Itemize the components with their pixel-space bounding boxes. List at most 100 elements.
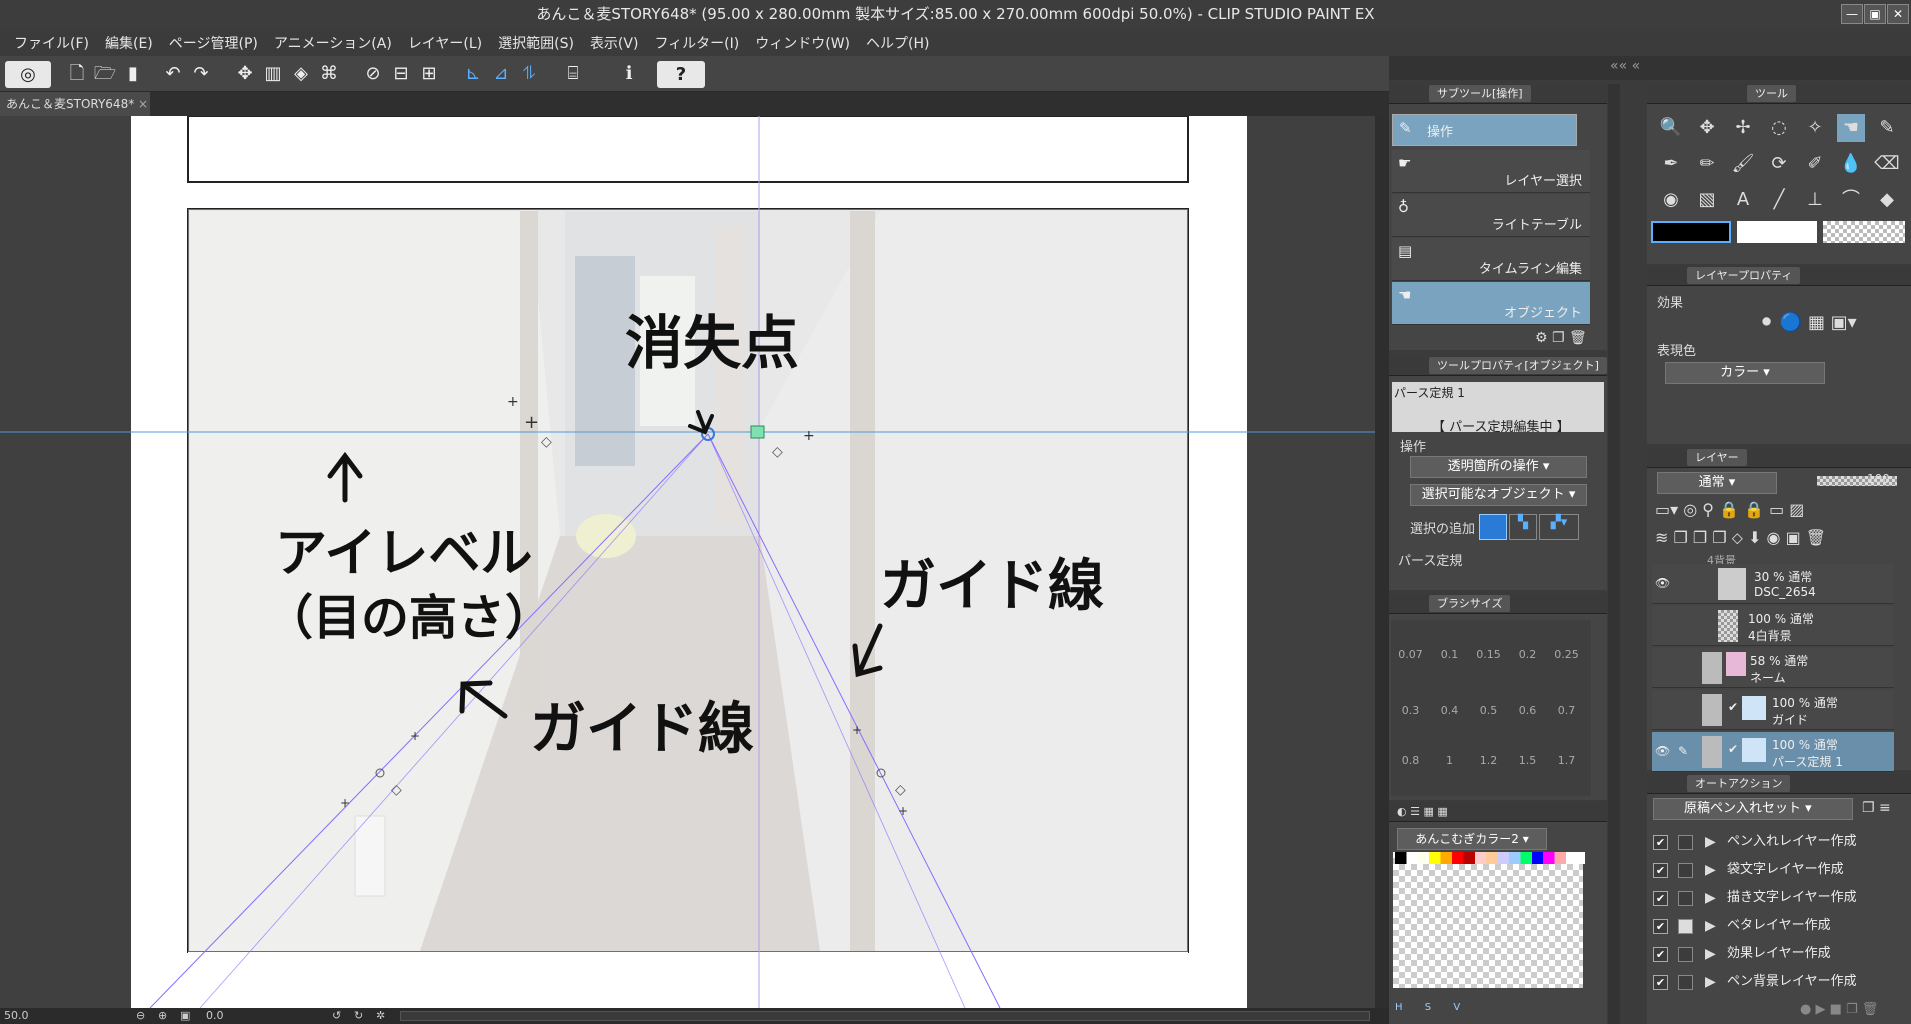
blend-tool-icon[interactable]: 💧 xyxy=(1837,150,1865,178)
subtool-settings-icon[interactable]: ⚙ xyxy=(1535,330,1548,346)
zoom-tool-icon[interactable]: 🔍 xyxy=(1657,114,1685,142)
checkbox-icon[interactable]: ✔ xyxy=(1653,891,1668,906)
expand-icon[interactable]: ▶ xyxy=(1705,969,1716,995)
subtool-copy-icon[interactable]: ❐ xyxy=(1552,330,1565,346)
eye-icon[interactable]: 👁 xyxy=(1655,744,1670,758)
effect-icons[interactable]: ⚫ 🔵 ▦ ▣▾ xyxy=(1759,312,1857,333)
expression-dropdown[interactable]: カラー ▾ xyxy=(1665,362,1825,384)
color-swatch-row[interactable] xyxy=(1395,852,1585,864)
menu-help[interactable]: ヘルプ(H) xyxy=(866,33,929,53)
brush-size-cell[interactable]: 0.1 xyxy=(1430,648,1469,661)
operation-tool-icon[interactable]: ✥ xyxy=(1693,114,1721,142)
snap-grid-icon[interactable]: ⥮ xyxy=(516,61,542,87)
brush-size-cell[interactable]: 1.5 xyxy=(1508,754,1547,767)
collapse-panel-icon[interactable]: «« « xyxy=(1610,58,1640,74)
tool-property-tab[interactable]: ツールプロパティ[オブジェクト] xyxy=(1429,357,1607,374)
layer-row-active[interactable]: 👁 ✎ ✔ 100 % 通常 パース定規 1 xyxy=(1652,732,1894,772)
rotate-left-icon[interactable]: ↺ xyxy=(332,1008,341,1024)
menu-window[interactable]: ウィンドウ(W) xyxy=(755,33,850,53)
close-tab-icon[interactable]: × xyxy=(138,97,148,111)
color-set-dropdown[interactable]: あんこむぎカラー2 ▾ xyxy=(1397,828,1547,850)
auto-action-item[interactable]: ✔ ▶ 袋文字レイヤー作成 xyxy=(1645,857,1894,883)
rotate-right-icon[interactable]: ↻ xyxy=(354,1008,363,1024)
undo-icon[interactable]: ↶ xyxy=(160,61,186,87)
checkbox-icon[interactable]: ✔ xyxy=(1653,919,1668,934)
color-swatch-grid[interactable] xyxy=(1393,852,1583,988)
brush-size-cell[interactable]: 0.15 xyxy=(1469,648,1508,661)
redo-icon[interactable]: ↷ xyxy=(188,61,214,87)
auto-action-item[interactable]: ✔ ▶ ペン入れレイヤー作成 xyxy=(1645,829,1894,855)
pen-tool-icon[interactable]: ✒ xyxy=(1657,150,1685,178)
main-color-swatch[interactable] xyxy=(1651,221,1731,243)
action-set-menu-icon[interactable]: ❐ ≡ xyxy=(1862,800,1891,816)
vertical-scrollbar[interactable] xyxy=(1375,116,1389,1008)
expand-icon[interactable]: ▶ xyxy=(1705,913,1716,939)
action-set-dropdown[interactable]: 原稿ペン入れセット ▾ xyxy=(1653,798,1853,820)
auto-action-item[interactable]: ✔ ▶ ベタレイヤー作成 xyxy=(1645,913,1894,939)
gradient-tool-icon[interactable]: ▧ xyxy=(1693,186,1721,214)
subtool-delete-icon[interactable]: 🗑 xyxy=(1569,330,1587,346)
help-icon[interactable]: ? xyxy=(657,61,705,88)
transparent-operation-dropdown[interactable]: 透明箇所の操作 ▾ xyxy=(1410,456,1587,478)
transform-icon[interactable]: ⌘ xyxy=(316,61,342,87)
checkbox-icon[interactable]: ✔ xyxy=(1653,835,1668,850)
selection-tool-icon[interactable]: ◌ xyxy=(1765,114,1793,142)
snap-ruler-icon[interactable]: ⊾ xyxy=(460,61,486,87)
menu-filter[interactable]: フィルター(I) xyxy=(654,33,739,53)
close-button[interactable]: ✕ xyxy=(1887,4,1909,24)
subtool-timeline[interactable]: ▤ タイムライン編集 xyxy=(1392,238,1590,281)
auto-action-footer-icons[interactable]: ● ▶ ■ ❐ 🗑 xyxy=(1800,1002,1878,1017)
dialog-toggle[interactable] xyxy=(1678,835,1693,850)
layer-property-tab[interactable]: レイヤープロパティ xyxy=(1687,267,1801,284)
menu-layer[interactable]: レイヤー(L) xyxy=(408,33,482,53)
fill-icon[interactable]: ◈ xyxy=(288,61,314,87)
object-tool-icon[interactable]: ☚ xyxy=(1837,114,1865,142)
eye-icon[interactable]: 👁 xyxy=(1655,576,1670,590)
expand-icon[interactable]: ▶ xyxy=(1705,857,1716,883)
auto-action-item[interactable]: ✔ ▶ ペン背景レイヤー作成 xyxy=(1645,969,1894,995)
brush-size-cell[interactable]: 0.5 xyxy=(1469,704,1508,717)
color-wheel-tab-icon[interactable]: ◐ ☰ ▦ ▦ xyxy=(1397,805,1448,818)
invert-selection-icon[interactable]: ⊟ xyxy=(388,61,414,87)
checkbox-icon[interactable]: ✔ xyxy=(1653,947,1668,962)
clear-icon[interactable]: ✥ xyxy=(232,61,258,87)
dialog-toggle[interactable] xyxy=(1678,975,1693,990)
layer-row[interactable]: ✔ 100 % 通常 ガイド xyxy=(1652,690,1894,730)
move-tool-icon[interactable]: ✢ xyxy=(1729,114,1757,142)
brush-size-cell[interactable]: 0.2 xyxy=(1508,648,1547,661)
eyedropper-tool-icon[interactable]: ✎ xyxy=(1873,114,1901,142)
snap-special-ruler-icon[interactable]: ⊿ xyxy=(488,61,514,87)
tool-tab[interactable]: ツール xyxy=(1747,85,1796,102)
panel-scrollbar[interactable] xyxy=(1608,84,1620,1024)
display-settings-icon[interactable]: ⌸ xyxy=(560,61,586,87)
add-selection-toggle-icon[interactable]: ▞▾ xyxy=(1539,514,1579,540)
text-tool-icon[interactable]: A xyxy=(1729,186,1757,214)
subtool-layer-select[interactable]: ☛ レイヤー選択 xyxy=(1392,150,1590,193)
blend-mode-dropdown[interactable]: 通常 ▾ xyxy=(1657,472,1777,494)
menu-page[interactable]: ページ管理(P) xyxy=(169,33,258,53)
add-selection-new-icon[interactable] xyxy=(1479,514,1507,540)
auto-action-item[interactable]: ✔ ▶ 効果レイヤー作成 xyxy=(1645,941,1894,967)
brush-size-cell[interactable]: 0.7 xyxy=(1547,704,1586,717)
subtool-tab[interactable]: サブツール[操作] xyxy=(1429,85,1531,102)
menu-edit[interactable]: 編集(E) xyxy=(105,33,153,53)
layer-row[interactable]: 👁 30 % 通常 DSC_2654 xyxy=(1652,564,1894,604)
canvas-area[interactable]: + + + ◇ ◇ ◇ ◇ + + + + 消失点 アイレベル （目の高さ） ガ… xyxy=(0,116,1389,1008)
frame-tool-icon[interactable]: ⌒ xyxy=(1837,186,1865,214)
brush-size-cell[interactable]: 0.6 xyxy=(1508,704,1547,717)
zoom-out-icon[interactable]: ⊖ xyxy=(136,1008,145,1024)
dialog-toggle[interactable] xyxy=(1678,891,1693,906)
fit-icon[interactable]: ▣ xyxy=(180,1008,190,1024)
checkbox-icon[interactable]: ✔ xyxy=(1653,863,1668,878)
brush-size-cell[interactable]: 1 xyxy=(1430,754,1469,767)
airbrush-tool-icon[interactable]: ✐ xyxy=(1801,150,1829,178)
dialog-toggle[interactable] xyxy=(1678,919,1693,934)
expand-icon[interactable]: ▶ xyxy=(1705,885,1716,911)
layer-row[interactable]: 58 % 通常 ネーム xyxy=(1652,648,1894,688)
fill-tool-icon[interactable]: ◉ xyxy=(1657,186,1685,214)
brush-size-cell[interactable]: 0.3 xyxy=(1391,704,1430,717)
subtool-object[interactable]: ☚ オブジェクト xyxy=(1392,282,1590,325)
open-file-icon[interactable]: 🗁 xyxy=(92,61,118,87)
clip-studio-icon[interactable]: ◎ xyxy=(5,61,51,88)
info-icon[interactable]: ℹ xyxy=(616,61,642,87)
